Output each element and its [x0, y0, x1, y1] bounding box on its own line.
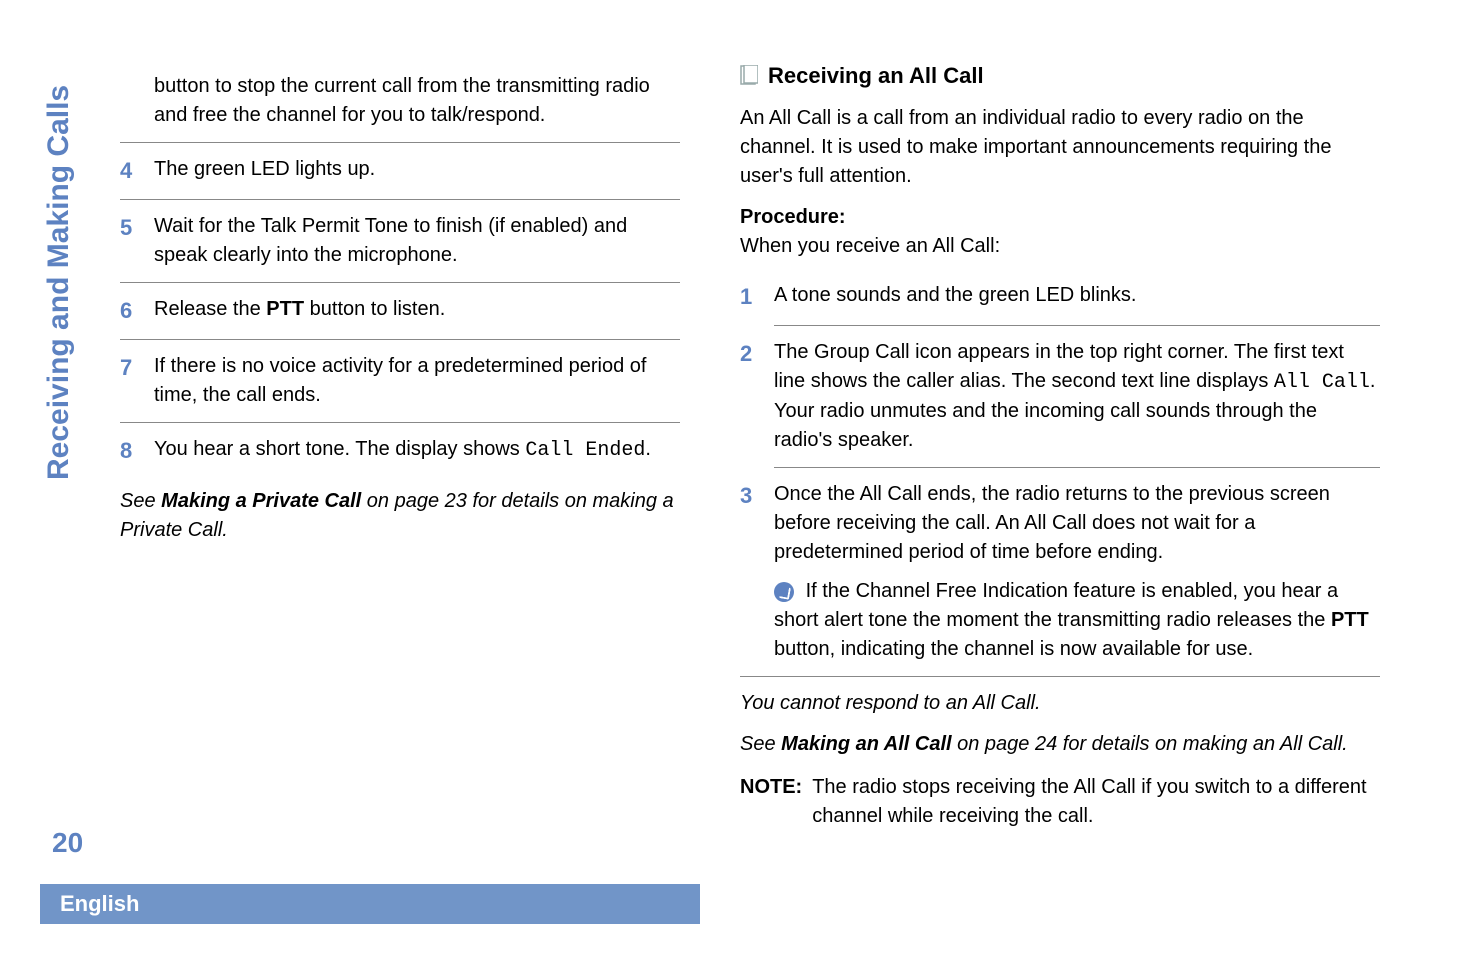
step-body: A tone sounds and the green LED blinks.	[774, 281, 1380, 313]
step-8: 8 You hear a short tone. The display sho…	[120, 427, 680, 475]
page-number: 20	[52, 827, 83, 859]
divider	[774, 467, 1380, 468]
step-4: 4 The green LED lights up.	[120, 147, 680, 195]
text: Release the	[154, 298, 266, 320]
step-number: 4	[120, 155, 140, 187]
step-body: The green LED lights up.	[154, 155, 680, 187]
content-columns: button to stop the current call from the…	[120, 60, 1395, 831]
text: on page 24 for details on making an All …	[952, 733, 1348, 755]
step-5: 5 Wait for the Talk Permit Tone to finis…	[120, 204, 680, 278]
step-body: Once the All Call ends, the radio return…	[774, 480, 1380, 664]
text: See	[120, 490, 161, 512]
footer-language: English	[60, 891, 139, 917]
text: See	[740, 733, 781, 755]
step-body: If there is no voice activity for a pred…	[154, 352, 680, 410]
procedure-block: Procedure: When you receive an All Call:	[740, 203, 1380, 261]
step-number: 2	[740, 338, 760, 455]
heading-text: Receiving an All Call	[768, 60, 984, 92]
page: Receiving and Making Calls 20 button to …	[0, 0, 1475, 954]
reference-title: Making a Private Call	[161, 490, 361, 512]
intro-paragraph: An All Call is a call from an individual…	[740, 104, 1380, 191]
text: Once the All Call ends, the radio return…	[774, 480, 1380, 567]
display-text: Call Ended	[525, 439, 645, 462]
step-number: 6	[120, 295, 140, 327]
text: button, indicating the channel is now av…	[774, 638, 1253, 660]
step-number: 3	[740, 480, 760, 664]
step-number: 5	[120, 212, 140, 270]
text: You hear a short tone. The display shows	[154, 438, 525, 460]
right-column: Receiving an All Call An All Call is a c…	[740, 60, 1380, 831]
see-also: See Making a Private Call on page 23 for…	[120, 487, 680, 545]
see-also-right: See Making an All Call on page 24 for de…	[740, 730, 1380, 759]
procedure-subtext: When you receive an All Call:	[740, 232, 1380, 261]
step-6: 6 Release the PTT button to listen.	[120, 287, 680, 335]
channel-free-note: If the Channel Free Indication feature i…	[774, 577, 1380, 664]
step-body: Wait for the Talk Permit Tone to finish …	[154, 212, 680, 270]
info-icon	[774, 582, 794, 602]
divider	[120, 422, 680, 423]
reference-title: Making an All Call	[781, 733, 951, 755]
note-body: The radio stops receiving the All Call i…	[812, 773, 1380, 831]
step-number: 7	[120, 352, 140, 410]
text: button to listen.	[304, 298, 445, 320]
text: .	[645, 438, 651, 460]
text: If the Channel Free Indication feature i…	[774, 580, 1338, 631]
sidebar-section-title: Receiving and Making Calls	[42, 85, 76, 480]
step-number: 1	[740, 281, 760, 313]
display-text: All Call	[1274, 371, 1370, 394]
rstep-3: 3 Once the All Call ends, the radio retu…	[740, 472, 1380, 672]
step-body: Release the PTT button to listen.	[154, 295, 680, 327]
procedure-label: Procedure:	[740, 203, 1380, 232]
footer-language-bar: English	[40, 884, 700, 924]
divider	[774, 325, 1380, 326]
step-7: 7 If there is no voice activity for a pr…	[120, 344, 680, 418]
document-icon	[740, 65, 758, 87]
note-label: NOTE:	[740, 773, 802, 831]
step-body: The Group Call icon appears in the top r…	[774, 338, 1380, 455]
divider	[740, 676, 1380, 677]
note-block: NOTE: The radio stops receiving the All …	[740, 773, 1380, 831]
left-column: button to stop the current call from the…	[120, 60, 680, 831]
divider	[120, 339, 680, 340]
rstep-2: 2 The Group Call icon appears in the top…	[740, 330, 1380, 463]
text: The Group Call icon appears in the top r…	[774, 341, 1344, 392]
ptt-label: PTT	[266, 298, 304, 320]
continued-paragraph: button to stop the current call from the…	[154, 72, 680, 130]
divider	[120, 142, 680, 143]
divider	[120, 282, 680, 283]
section-heading: Receiving an All Call	[740, 60, 1380, 92]
cannot-respond: You cannot respond to an All Call.	[740, 689, 1380, 718]
step-body: You hear a short tone. The display shows…	[154, 435, 680, 467]
step-number: 8	[120, 435, 140, 467]
rstep-1: 1 A tone sounds and the green LED blinks…	[740, 273, 1380, 321]
ptt-label: PTT	[1331, 609, 1369, 631]
divider	[120, 199, 680, 200]
